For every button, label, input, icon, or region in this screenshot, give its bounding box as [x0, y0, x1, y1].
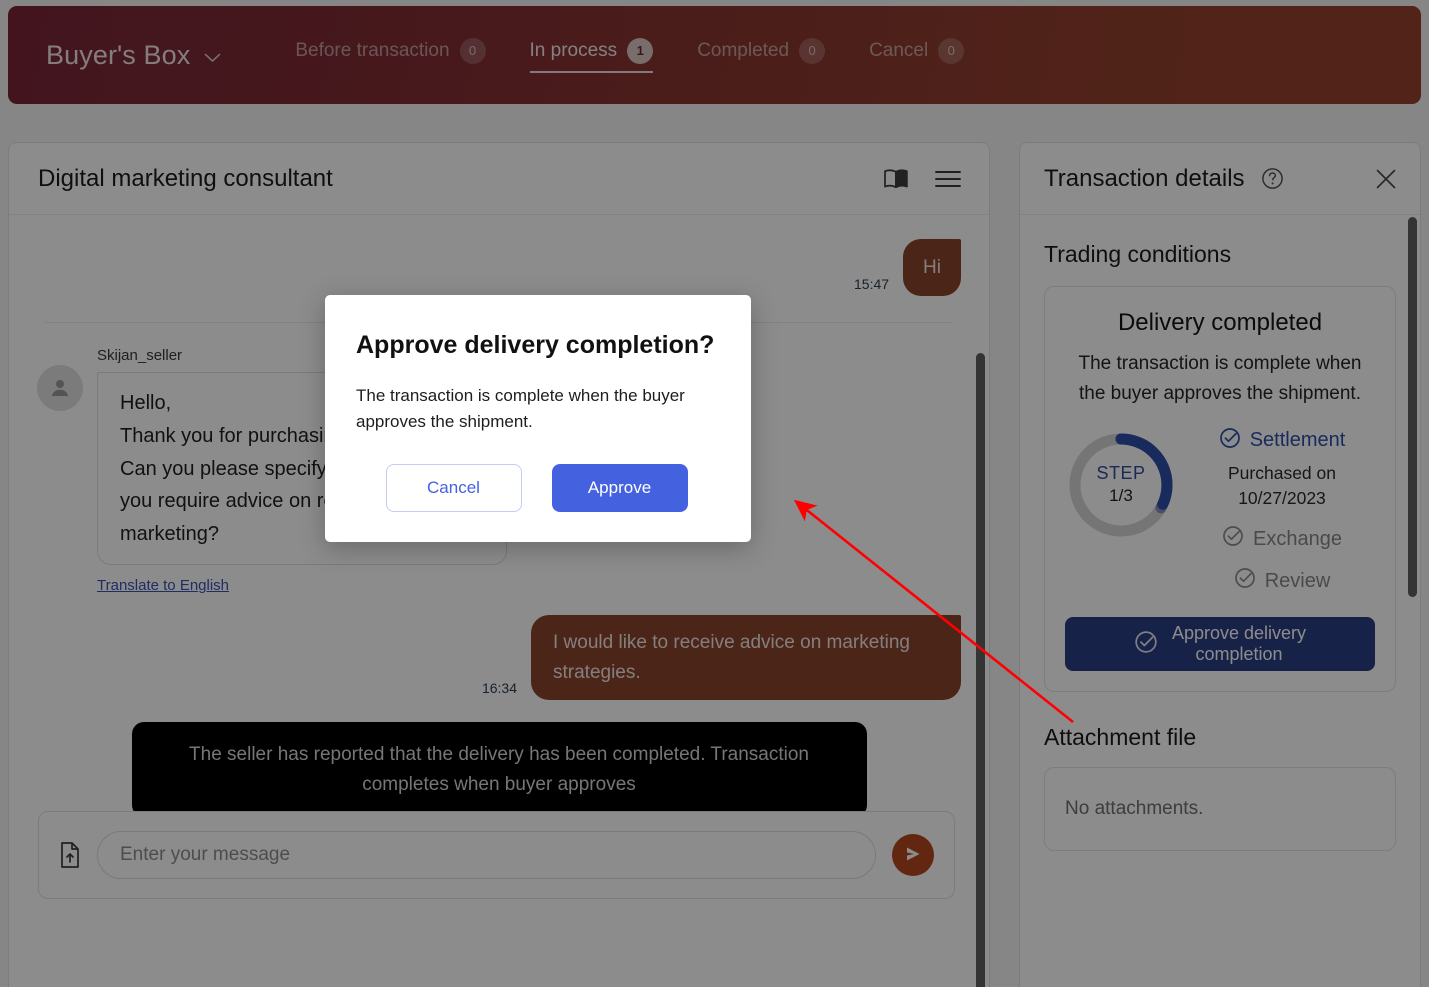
cancel-button[interactable]: Cancel	[385, 464, 522, 512]
app-root: Buyer's Box Before transaction 0 In proc…	[0, 0, 1429, 987]
approve-button[interactable]: Approve	[551, 464, 688, 512]
modal-actions: Cancel Approve	[356, 464, 717, 512]
modal-heading: Approve delivery completion?	[356, 331, 715, 359]
approve-delivery-modal: Approve delivery completion? The transac…	[325, 295, 751, 542]
modal-body: The transaction is complete when the buy…	[356, 386, 685, 431]
